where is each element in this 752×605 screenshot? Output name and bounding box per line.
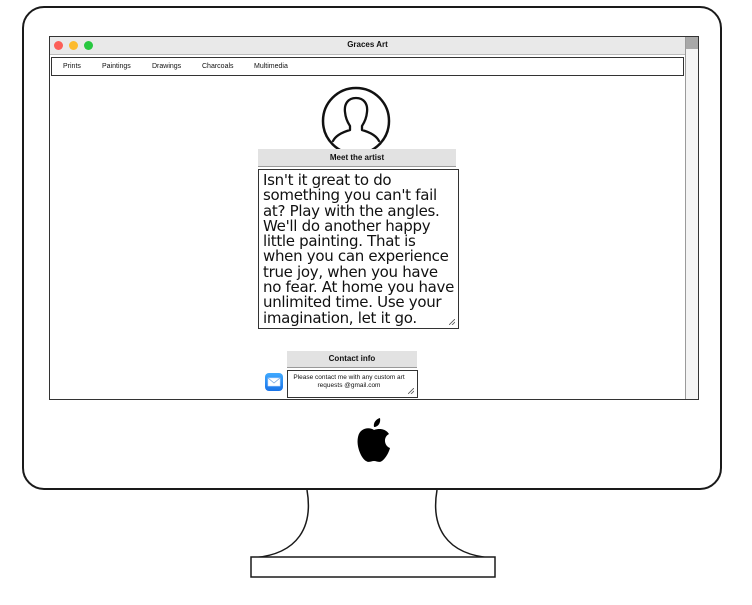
- person-silhouette-icon: [321, 86, 391, 156]
- vertical-scrollbar[interactable]: [685, 37, 698, 399]
- nav-bar: Prints Paintings Drawings Charcoals Mult…: [51, 57, 684, 76]
- resize-grip-icon[interactable]: [408, 388, 414, 394]
- apple-logo: [357, 418, 390, 462]
- contact-header: Contact info: [287, 351, 417, 368]
- contact-textarea[interactable]: Please contact me with any custom art re…: [287, 370, 418, 398]
- nav-item-paintings[interactable]: Paintings: [102, 63, 131, 70]
- scrollbar-thumb[interactable]: [686, 37, 698, 49]
- nav-item-prints[interactable]: Prints: [63, 63, 81, 70]
- title-bar: Graces Art: [50, 37, 685, 55]
- nav-item-multimedia[interactable]: Multimedia: [254, 63, 288, 70]
- meet-artist-header: Meet the artist: [258, 149, 456, 167]
- mail-icon[interactable]: [265, 373, 283, 391]
- bio-text: Isn't it great to do something you can't…: [263, 171, 455, 327]
- resize-grip-icon[interactable]: [449, 319, 455, 325]
- nav-item-charcoals[interactable]: Charcoals: [202, 63, 234, 70]
- nav-item-drawings[interactable]: Drawings: [152, 63, 181, 70]
- bio-textarea[interactable]: Isn't it great to do something you can't…: [258, 169, 459, 329]
- contact-text: Please contact me with any custom art re…: [293, 374, 405, 389]
- window-title: Graces Art: [347, 40, 388, 49]
- app-window: Graces Art Prints Paintings Drawings Cha…: [49, 36, 699, 400]
